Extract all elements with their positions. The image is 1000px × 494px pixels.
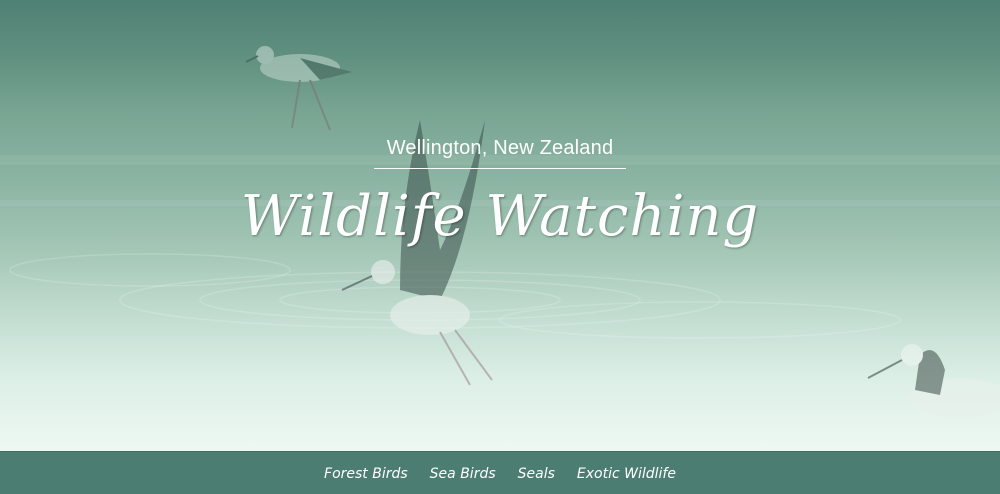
hero-banner: Wellington, New Zealand Wildlife Watchin… [0,0,1000,451]
hero-title: Wildlife Watching [240,184,760,249]
nav-link-forest-birds[interactable]: Forest Birds [324,466,408,482]
main-navigation: Forest Birds Sea Birds Seals Exotic Wild… [0,451,1000,494]
page: Wellington, New Zealand Wildlife Watchin… [0,0,1000,494]
subtitle-divider [374,168,626,169]
nav-link-sea-birds[interactable]: Sea Birds [430,466,496,482]
hero-subtitle: Wellington, New Zealand [386,137,614,159]
nav-link-seals[interactable]: Seals [518,466,555,482]
nav-link-exotic-wildlife[interactable]: Exotic Wildlife [577,466,676,482]
hero-text-block: Wellington, New Zealand Wildlife Watchin… [0,0,1000,451]
